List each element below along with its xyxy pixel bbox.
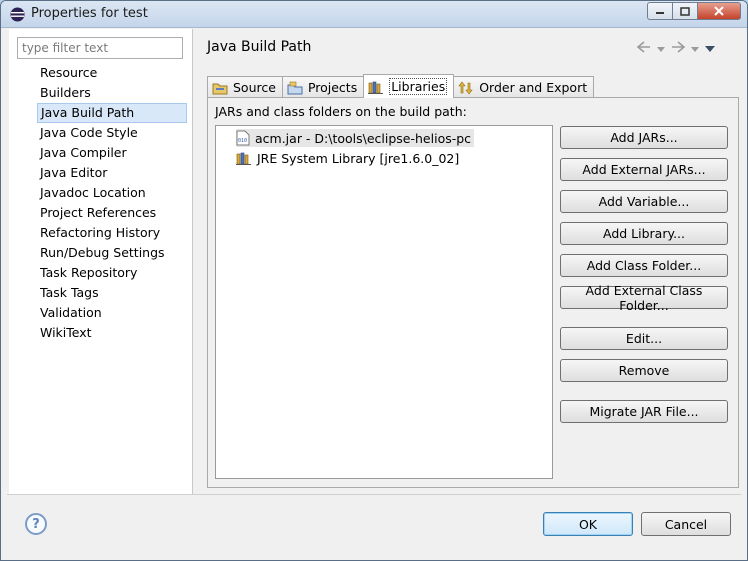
back-button[interactable] xyxy=(636,41,651,57)
build-path-tree[interactable]: 010 acm.jar - D:\tools\eclipse-helios-pc… xyxy=(215,125,553,479)
back-arrow-icon xyxy=(636,41,650,53)
nav-item-task-tags[interactable]: Task Tags xyxy=(37,283,187,303)
title-bar[interactable]: Properties for test xyxy=(1,1,747,28)
tree-item-acm-jar[interactable]: 010 acm.jar - D:\tools\eclipse-helios-pc xyxy=(236,129,475,147)
libraries-panel: JARs and class folders on the build path… xyxy=(207,97,739,488)
jar-file-icon: 010 xyxy=(236,130,250,146)
chevron-down-icon xyxy=(691,46,699,52)
source-folder-icon xyxy=(212,83,228,94)
order-export-icon xyxy=(458,81,473,94)
add-variable-button[interactable]: Add Variable... xyxy=(560,190,728,213)
eclipse-icon xyxy=(10,7,25,26)
cancel-button[interactable]: Cancel xyxy=(641,512,731,536)
tree-item-jre-system-library[interactable]: JRE System Library [jre1.6.0_02] xyxy=(236,149,459,167)
add-jars-button[interactable]: Add JARs... xyxy=(560,126,728,149)
libraries-icon xyxy=(368,81,384,94)
tab-source[interactable]: Source xyxy=(207,76,283,98)
filter-input[interactable] xyxy=(17,37,183,59)
libraries-heading: JARs and class folders on the build path… xyxy=(215,104,467,119)
nav-item-java-compiler[interactable]: Java Compiler xyxy=(37,143,187,163)
nav-item-java-code-style[interactable]: Java Code Style xyxy=(37,123,187,143)
nav-item-resource[interactable]: Resource xyxy=(37,63,187,83)
svg-text:010: 010 xyxy=(238,138,247,144)
ok-button[interactable]: OK xyxy=(543,512,633,536)
nav-item-java-build-path[interactable]: Java Build Path xyxy=(37,103,187,123)
footer-divider xyxy=(7,494,741,495)
build-path-page: Source Projects Libraries Order and Expo… xyxy=(205,69,741,489)
history-nav xyxy=(636,41,715,57)
category-tree: Resource Builders Java Build Path Java C… xyxy=(37,63,187,343)
forward-arrow-icon xyxy=(672,41,686,53)
maximize-icon xyxy=(680,6,690,16)
view-menu-button[interactable] xyxy=(705,42,715,57)
nav-item-refactoring-history[interactable]: Refactoring History xyxy=(37,223,187,243)
add-external-jars-button[interactable]: Add External JARs... xyxy=(560,158,728,181)
add-external-class-folder-button[interactable]: Add External Class Folder... xyxy=(560,283,728,313)
remove-button[interactable]: Remove xyxy=(560,359,728,382)
tab-projects[interactable]: Projects xyxy=(281,76,365,98)
back-menu-button[interactable] xyxy=(657,42,665,57)
category-pane: Resource Builders Java Build Path Java C… xyxy=(9,29,193,494)
close-button[interactable] xyxy=(697,2,741,20)
edit-button[interactable]: Edit... xyxy=(560,327,728,350)
tab-bar: Source Projects Libraries Order and Expo… xyxy=(207,74,595,98)
add-class-folder-button[interactable]: Add Class Folder... xyxy=(560,254,728,277)
help-button[interactable]: ? xyxy=(25,513,47,535)
help-icon: ? xyxy=(32,516,40,532)
library-icon xyxy=(236,152,251,165)
nav-item-project-references[interactable]: Project References xyxy=(37,203,187,223)
window-title: Properties for test xyxy=(31,6,148,21)
nav-item-javadoc-location[interactable]: Javadoc Location xyxy=(37,183,187,203)
migrate-jar-button[interactable]: Migrate JAR File... xyxy=(560,400,728,423)
chevron-down-icon xyxy=(657,46,665,52)
view-menu-icon xyxy=(705,45,715,52)
nav-item-task-repository[interactable]: Task Repository xyxy=(37,263,187,283)
minimize-icon xyxy=(656,12,664,14)
nav-item-run-debug-settings[interactable]: Run/Debug Settings xyxy=(37,243,187,263)
dialog-content: Resource Builders Java Build Path Java C… xyxy=(7,29,741,554)
maximize-button[interactable] xyxy=(672,2,698,20)
tab-order-and-export[interactable]: Order and Export xyxy=(453,76,595,98)
forward-button[interactable] xyxy=(671,41,686,57)
projects-folder-icon xyxy=(287,81,303,94)
properties-dialog: Properties for test Resource Builders Ja… xyxy=(0,0,748,561)
nav-item-validation[interactable]: Validation xyxy=(37,303,187,323)
nav-item-wikitext[interactable]: WikiText xyxy=(37,323,187,343)
nav-item-java-editor[interactable]: Java Editor xyxy=(37,163,187,183)
forward-menu-button[interactable] xyxy=(691,42,699,57)
nav-item-builders[interactable]: Builders xyxy=(37,83,187,103)
page-title: Java Build Path xyxy=(207,39,312,55)
tab-libraries[interactable]: Libraries xyxy=(363,74,455,98)
add-library-button[interactable]: Add Library... xyxy=(560,222,728,245)
minimize-button[interactable] xyxy=(647,2,673,20)
close-icon xyxy=(714,6,724,16)
